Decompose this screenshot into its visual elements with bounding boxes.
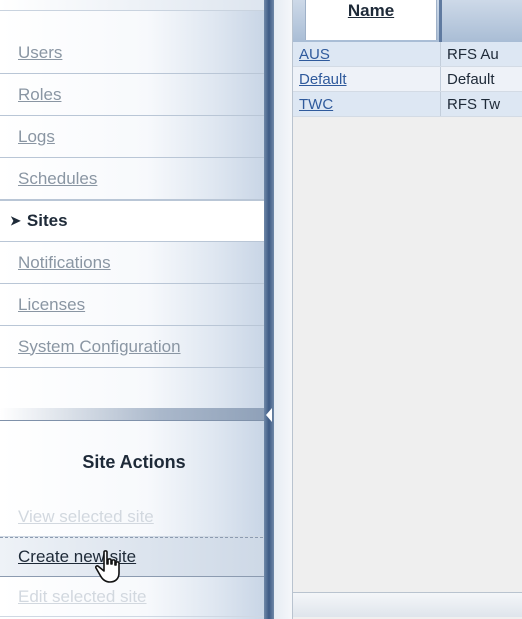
create-new-site-action[interactable]: Create new site	[0, 537, 268, 577]
sidebar-item-logs[interactable]: Logs	[0, 116, 268, 158]
hand-pointer-icon	[94, 550, 120, 583]
sidebar: Users Roles Logs Schedules ➤ Sites Notif…	[0, 0, 268, 619]
column-header-name[interactable]: Name	[305, 0, 437, 40]
table-row[interactable]: AUS RFS Au	[293, 42, 522, 67]
sites-table-body: AUS RFS Au Default Default TWC RFS Tw	[293, 42, 522, 117]
sites-table-panel: Name AUS RFS Au Default Default TWC RFS …	[292, 0, 522, 619]
sidebar-item-licenses[interactable]: Licenses	[0, 284, 268, 326]
table-row[interactable]: TWC RFS Tw	[293, 92, 522, 117]
site-actions-title: Site Actions	[82, 452, 186, 472]
column-resize-handle[interactable]	[439, 0, 442, 42]
sidebar-item-notifications[interactable]: Notifications	[0, 242, 268, 284]
app-root: Users Roles Logs Schedules ➤ Sites Notif…	[0, 0, 522, 619]
sidebar-item-label: Sites	[26, 211, 68, 230]
view-selected-site-action: View selected site	[0, 497, 268, 537]
sidebar-item-label[interactable]: Logs	[18, 127, 55, 147]
edit-selected-site-action: Edit selected site	[0, 577, 268, 617]
panel-gap	[274, 0, 292, 619]
table-row[interactable]: Default Default	[293, 67, 522, 92]
action-label: View selected site	[18, 506, 154, 526]
cell-name: Default	[293, 67, 441, 91]
sidebar-item-label[interactable]: System Configuration	[18, 337, 181, 357]
sidebar-item-label[interactable]: Notifications	[18, 253, 111, 273]
sidebar-item-roles[interactable]: Roles	[0, 74, 268, 116]
collapse-left-icon[interactable]	[266, 408, 272, 422]
sidebar-item-schedules[interactable]: Schedules	[0, 158, 268, 200]
sidebar-nav: Users Roles Logs Schedules ➤ Sites Notif…	[0, 32, 268, 368]
section-divider	[0, 408, 268, 421]
site-actions-list: View selected site Create new site Edit …	[0, 497, 268, 617]
sidebar-item-sites[interactable]: ➤ Sites	[0, 200, 268, 242]
cell-name: AUS	[293, 42, 441, 66]
arrow-right-icon: ➤	[10, 213, 21, 228]
sidebar-item-system-configuration[interactable]: System Configuration	[0, 326, 268, 368]
cell-description: RFS Au	[447, 45, 499, 63]
horizontal-scrollbar[interactable]	[293, 592, 522, 617]
action-label: Edit selected site	[18, 586, 147, 606]
sidebar-item-label[interactable]: Licenses	[18, 295, 85, 315]
site-link[interactable]: TWC	[299, 96, 333, 113]
sidebar-item-label[interactable]: Users	[18, 43, 62, 63]
cell-description: Default	[447, 70, 495, 88]
sidebar-item-users[interactable]: Users	[0, 32, 268, 74]
splitter-bar[interactable]	[264, 0, 274, 619]
site-link[interactable]: AUS	[299, 46, 330, 63]
sidebar-item-label[interactable]: Roles	[18, 85, 61, 105]
cell-name: TWC	[293, 92, 441, 116]
site-link[interactable]: Default	[299, 71, 347, 88]
sidebar-item-label[interactable]: Schedules	[18, 169, 97, 189]
sidebar-top-strip	[0, 0, 268, 11]
cell-description: RFS Tw	[447, 95, 501, 113]
